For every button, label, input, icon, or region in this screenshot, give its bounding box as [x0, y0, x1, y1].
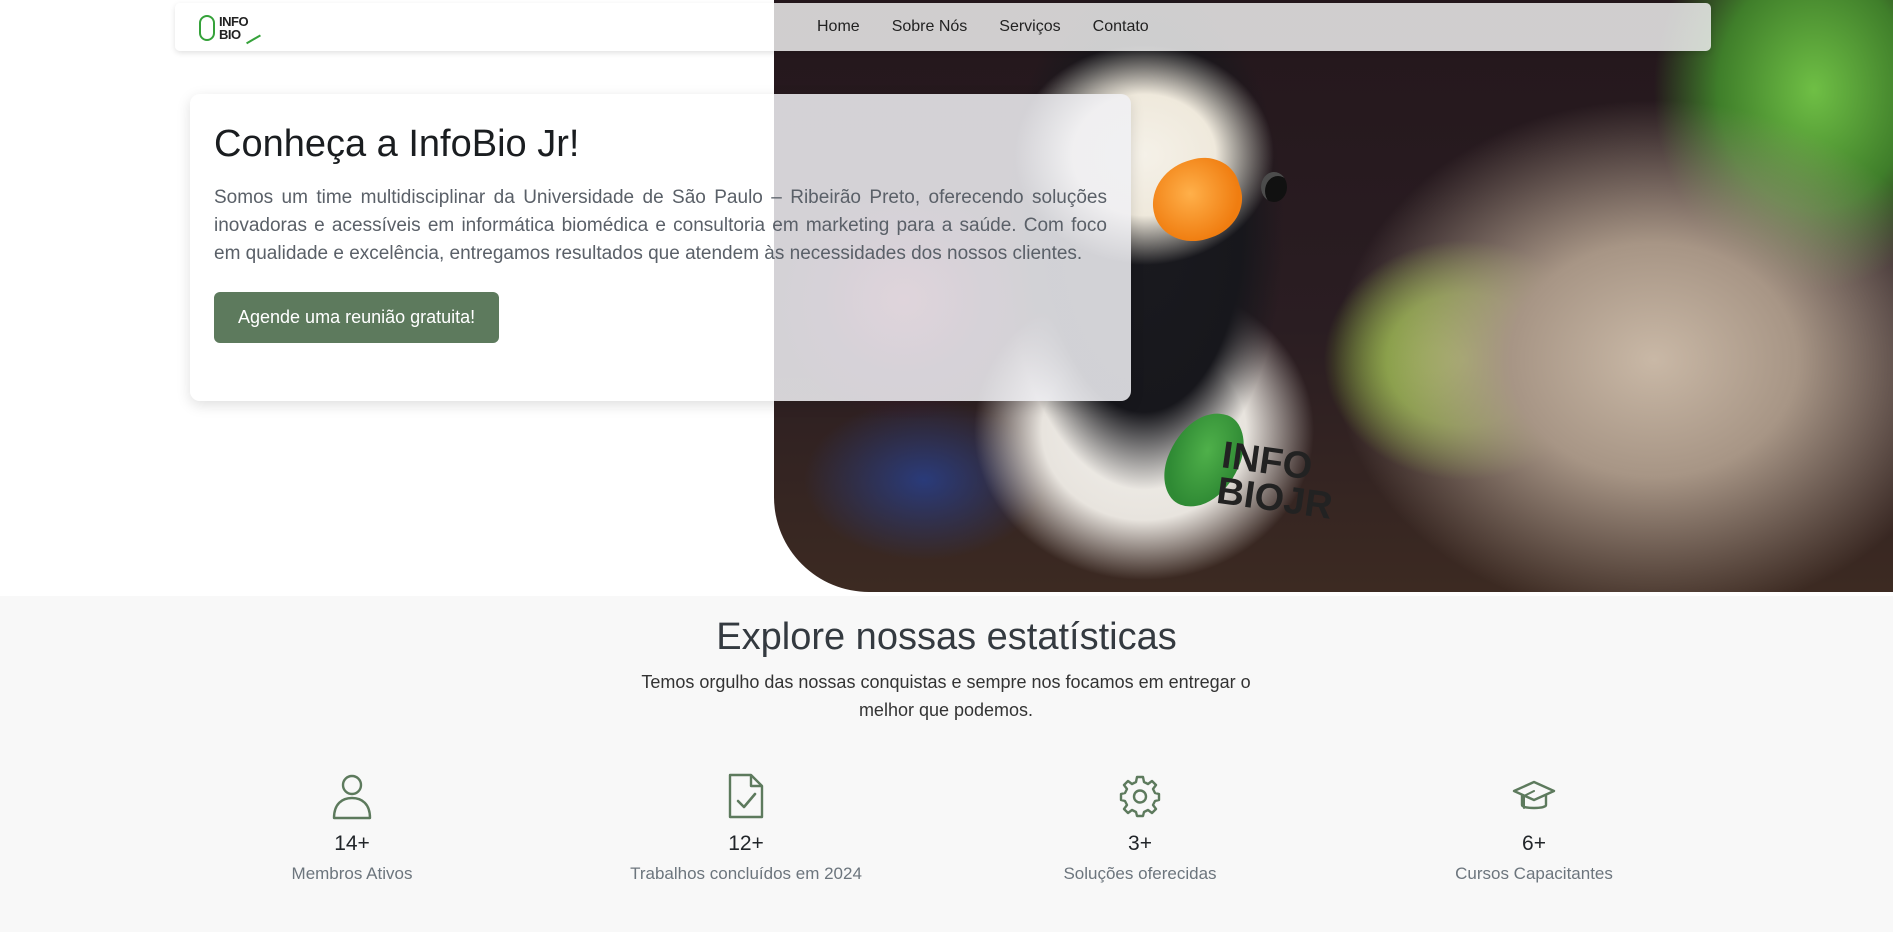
- stat-label: Cursos Capacitantes: [1455, 864, 1613, 883]
- brand-ring-icon: [199, 15, 215, 41]
- nav-link-sobre-nos[interactable]: Sobre Nós: [876, 18, 984, 36]
- nav-links: Home Sobre Nós Serviços Contato: [801, 3, 1165, 51]
- gear-icon: [1119, 775, 1161, 818]
- brand-logo[interactable]: INFO BIO: [199, 11, 261, 45]
- stat-item: 6+ Cursos Capacitantes: [1364, 772, 1704, 884]
- stat-label: Membros Ativos: [291, 864, 413, 883]
- stats-title: Explore nossas estatísticas: [716, 616, 1177, 658]
- navbar: INFO BIO Home Sobre Nós Serviços Contato: [175, 3, 1711, 51]
- stat-value: 12+: [728, 832, 764, 855]
- stat-label: Soluções oferecidas: [1063, 864, 1217, 883]
- graduation-cap-icon: [1512, 780, 1556, 810]
- document-check-icon: [728, 773, 764, 819]
- person-icon: [332, 774, 372, 820]
- stat-item: 3+ Soluções oferecidas: [970, 772, 1310, 884]
- stat-item: 12+ Trabalhos concluídos em 2024: [576, 772, 916, 884]
- hero-description: Somos um time multidisciplinar da Univer…: [214, 187, 1107, 264]
- stat-label: Trabalhos concluídos em 2024: [630, 864, 862, 883]
- schedule-meeting-button[interactable]: Agende uma reunião gratuita!: [214, 292, 500, 343]
- nav-link-contato[interactable]: Contato: [1077, 18, 1165, 36]
- stats-subtitle: Temos orgulho das nossas conquistas e se…: [641, 672, 1251, 720]
- penguin-eye: [1261, 172, 1287, 202]
- nav-link-home[interactable]: Home: [801, 18, 876, 36]
- penguin-beak: [1141, 148, 1253, 252]
- stat-value: 14+: [334, 832, 370, 855]
- stat-value: 6+: [1522, 832, 1546, 855]
- stat-item: 14+ Membros Ativos: [182, 772, 522, 884]
- stats-section: Explore nossas estatísticas Temos orgulh…: [0, 596, 1893, 932]
- stat-value: 3+: [1128, 832, 1152, 855]
- nav-link-servicos[interactable]: Serviços: [983, 18, 1076, 36]
- hero-card: Conheça a InfoBio Jr! Somos um time mult…: [190, 94, 1131, 401]
- hero-title: Conheça a InfoBio Jr!: [214, 123, 580, 165]
- shirt-text: INFO BIOJR: [1214, 434, 1340, 527]
